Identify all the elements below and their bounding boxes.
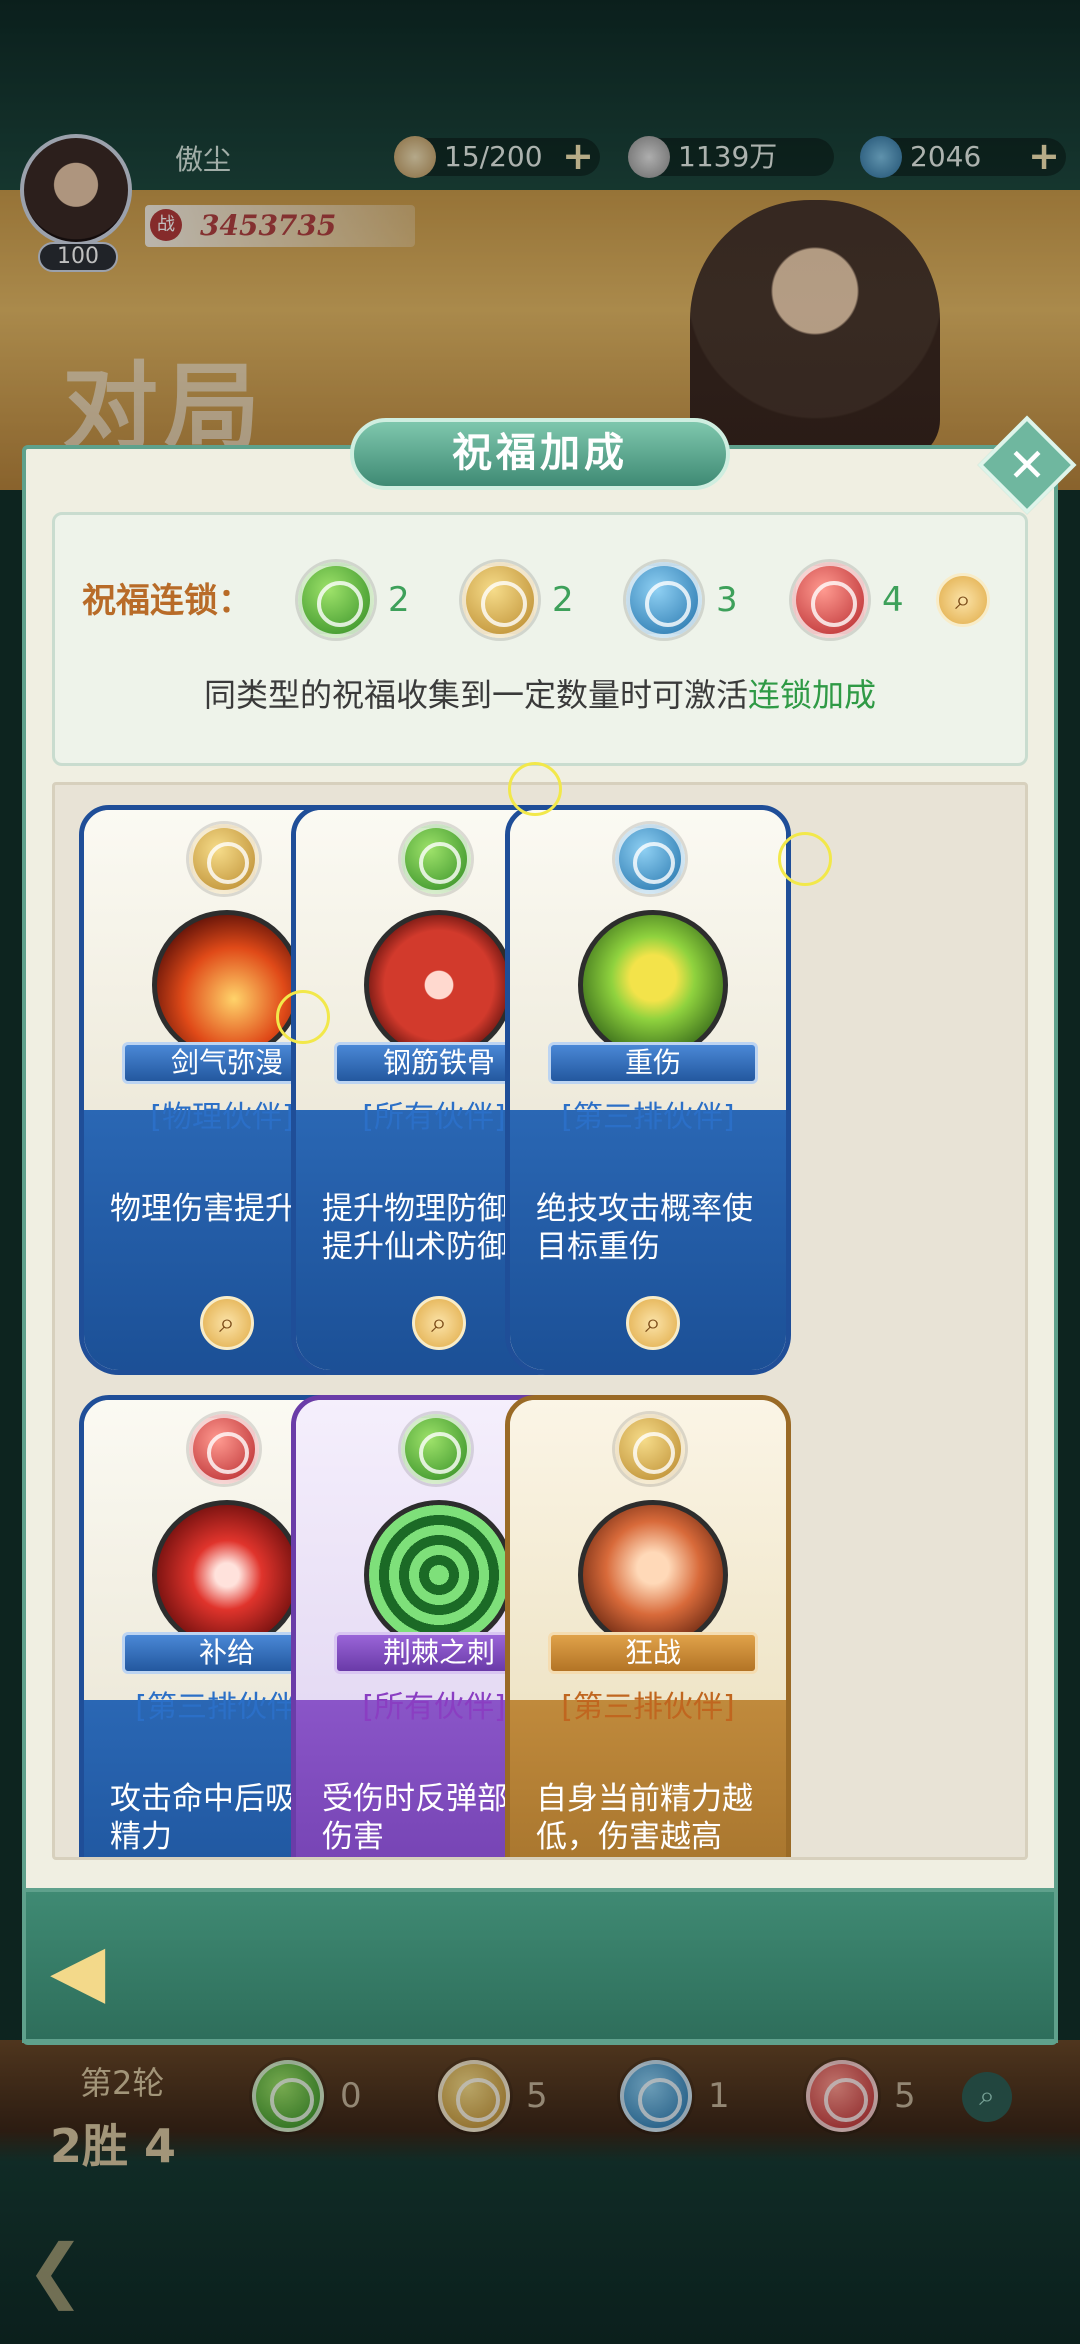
heavy-wound-skill-icon <box>578 910 728 1060</box>
supply-skill-icon <box>152 1500 302 1650</box>
blue-blessing-orb-icon <box>626 562 702 638</box>
sword-qi-skill-icon <box>152 910 302 1060</box>
skill-name: 狂战 <box>548 1632 758 1674</box>
touch-indicator <box>508 762 562 816</box>
blessing-card[interactable]: 重伤 [第三排伙伴] 绝技攻击概率使目标重伤 ⌕ <box>505 805 791 1375</box>
red-blessing-orb-icon <box>792 562 868 638</box>
skill-name: 重伤 <box>548 1042 758 1084</box>
blessing-card[interactable]: 狂战 [第三排伙伴] 自身当前精力越低，伤害越高 <box>505 1395 791 1857</box>
card-orb <box>615 1414 685 1484</box>
card-orb <box>189 824 259 894</box>
green-blessing-orb-icon <box>298 562 374 638</box>
card-orb <box>615 824 685 894</box>
blessing-cards-scroll-area[interactable]: 剑气弥漫 [物理伙伴] 物理伤害提升 ⌕ 钢筋铁骨 [所有伙伴] 提升物理防御，… <box>52 782 1028 1860</box>
chain-count: 3 <box>716 580 738 620</box>
modal-title: 祝福加成 <box>350 418 730 490</box>
gold-blessing-orb-icon <box>615 1414 685 1484</box>
chain-description: 同类型的祝福收集到一定数量时可激活连锁加成 <box>52 670 1028 716</box>
chain-count: 2 <box>552 580 574 620</box>
chain-label: 祝福连锁： <box>82 581 252 621</box>
blue-blessing-orb-icon <box>615 824 685 894</box>
chain-bonus-highlight: 连锁加成 <box>748 676 877 714</box>
gold-blessing-orb-icon <box>189 824 259 894</box>
card-detail-search-button[interactable]: ⌕ <box>626 1296 680 1350</box>
skill-target: [第三排伙伴] <box>561 1690 735 1725</box>
card-detail-search-button[interactable]: ⌕ <box>200 1296 254 1350</box>
skill-description: 绝技攻击概率使目标重伤 <box>536 1191 753 1265</box>
chain-count: 2 <box>388 580 410 620</box>
green-blessing-orb-icon <box>401 1414 471 1484</box>
card-detail-search-button[interactable]: ⌕ <box>412 1296 466 1350</box>
back-button[interactable]: ◀ <box>50 1934 150 2006</box>
card-orb <box>401 824 471 894</box>
touch-indicator <box>778 832 832 886</box>
berserk-skill-icon <box>578 1500 728 1650</box>
chain-description-text: 同类型的祝福收集到一定数量时可激活 <box>203 676 748 714</box>
close-icon: ✕ <box>1007 438 1047 492</box>
chain-count: 4 <box>882 580 904 620</box>
chain-panel <box>52 512 1028 766</box>
shield-skill-icon <box>364 910 514 1060</box>
skill-target: [第三排伙伴] <box>561 1100 735 1135</box>
card-orb <box>189 1414 259 1484</box>
modal-footer <box>22 1888 1058 2043</box>
chain-info-search-button[interactable]: ⌕ <box>936 573 990 627</box>
touch-indicator <box>276 990 330 1044</box>
red-blessing-orb-icon <box>189 1414 259 1484</box>
skill-description: 自身当前精力越低，伤害越高 <box>536 1781 753 1855</box>
card-orb <box>401 1414 471 1484</box>
green-blessing-orb-icon <box>401 824 471 894</box>
thorn-spiral-skill-icon <box>364 1500 514 1650</box>
gold-blessing-orb-icon <box>462 562 538 638</box>
